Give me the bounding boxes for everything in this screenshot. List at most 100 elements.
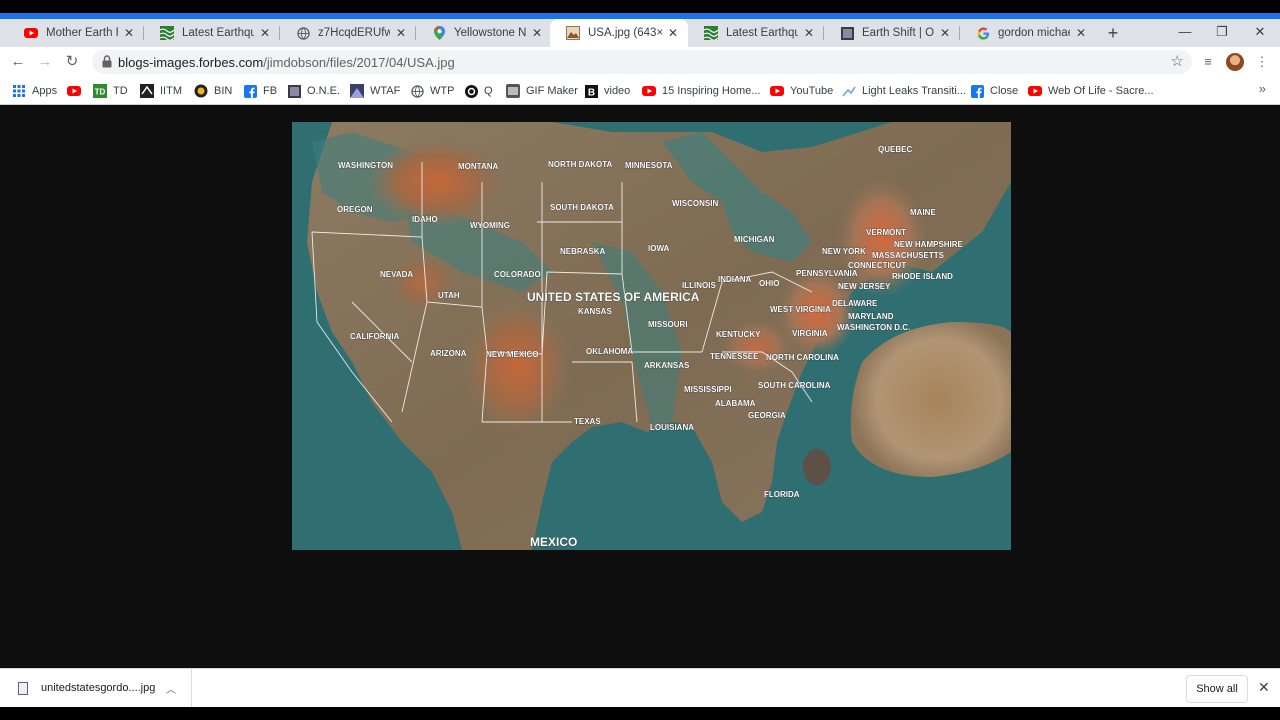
map-label: OKLAHOMA [586,347,633,356]
us-relief-map: QUEBEC WASHINGTON MONTANA NORTH DAKOTA M… [292,122,1011,550]
td-icon: TD [93,84,107,98]
bookmark-video[interactable]: Bvideo [584,82,630,100]
bookmark-15-inspiring[interactable]: 15 Inspiring Home... [642,82,760,100]
image-icon [566,26,580,40]
map-label: VIRGINIA [792,329,828,338]
maps-pin-icon [432,26,446,40]
close-icon[interactable]: ✕ [802,26,816,40]
tab-usa-jpg[interactable]: USA.jpg (643×382) ✕ [550,19,688,47]
bookmark-label: 15 Inspiring Home... [662,85,761,97]
reload-button[interactable]: ↻ [62,52,82,72]
tab-title: z7HcqdERUfwqqA [318,27,390,39]
close-icon[interactable]: ✕ [938,26,952,40]
chevron-up-icon[interactable]: ︿ [166,681,176,696]
bookmark-gif-maker[interactable]: GIF Maker [506,82,578,100]
file-icon [18,682,28,695]
address-bar[interactable]: blogs-images.forbes.com/jimdobson/files/… [92,50,1192,74]
usgs-icon [704,26,718,40]
map-label: PENNSYLVANIA [796,269,858,278]
menu-kebab-icon[interactable]: ⋮ [1252,52,1272,72]
bookmark-close[interactable]: Close [970,82,1018,100]
map-label: MICHIGAN [734,235,775,244]
bookmark-td[interactable]: TD TD [93,82,128,100]
close-window-button[interactable]: ✕ [1245,19,1275,47]
bookmark-label: YouTube [790,85,834,97]
apps-grid-icon [12,84,26,98]
bookmark-label: WTAF [370,85,401,97]
bookmark-label: WTP [430,85,455,97]
bookmark-youtube[interactable] [67,82,87,100]
facebook-icon [970,84,984,98]
tab-yellowstone[interactable]: Yellowstone Natio ✕ [416,19,552,47]
avatar[interactable] [1226,53,1244,71]
media-control-icon[interactable]: ≡ [1198,52,1218,72]
tab-gordon-michael[interactable]: gordon michael sc ✕ [960,19,1096,47]
map-label: IDAHO [412,215,438,224]
close-icon[interactable]: ✕ [666,26,680,40]
forward-button[interactable]: → [35,52,55,72]
facebook-icon [243,84,257,98]
bookmark-youtube-2[interactable]: YouTube [770,82,833,100]
map-label: MINNESOTA [625,161,673,170]
map-label: MASSACHUSETTS [872,251,945,260]
bookmark-fb[interactable]: FB [243,82,277,100]
close-icon[interactable]: ✕ [258,26,272,40]
bookmark-web-of-life[interactable]: Web Of Life - Sacre... [1028,82,1154,100]
bookmarks-overflow-icon[interactable]: » [1259,81,1266,96]
bookmark-wtp[interactable]: WTP [410,82,454,100]
map-label: CALIFORNIA [350,332,400,341]
tab-z7hcqd[interactable]: z7HcqdERUfwqqA ✕ [280,19,416,47]
q-icon [464,84,478,98]
bookmark-label: Close [990,85,1019,97]
youtube-icon [770,84,784,98]
youtube-icon [67,84,81,98]
close-icon[interactable]: ✕ [394,26,408,40]
tab-latest-earthquakes-2[interactable]: Latest Earthquakes ✕ [688,19,824,47]
bookmark-wtaf[interactable]: WTAF [350,82,400,100]
bookmark-light-leaks[interactable]: Light Leaks Transiti... [842,82,966,100]
new-tab-button[interactable]: + [1103,19,1123,47]
download-item[interactable]: unitedstatesgordo....jpg ︿ [0,669,192,708]
bookmark-bin[interactable]: BIN [194,82,232,100]
image-viewer: QUEBEC WASHINGTON MONTANA NORTH DAKOTA M… [0,105,1280,668]
bookmark-one[interactable]: O.N.E. [287,82,340,100]
map-label: NORTH DAKOTA [548,160,613,169]
close-icon[interactable]: ✕ [530,26,544,40]
map-label: OREGON [337,205,373,214]
url-host: blogs-images.forbes.com [118,55,264,70]
show-all-button[interactable]: Show all [1186,675,1248,703]
globe-icon [296,26,310,40]
lock-icon [102,55,112,69]
bookmark-label: O.N.E. [307,85,341,97]
map-label: KANSAS [578,307,612,316]
tab-earth-shift[interactable]: Earth Shift | O.N.E ✕ [824,19,960,47]
bookmark-iitm[interactable]: IITM [140,82,182,100]
close-icon[interactable]: ✕ [1074,26,1088,40]
download-filename: unitedstatesgordo....jpg [41,682,156,694]
map-label: NEW HAMPSHIRE [894,240,964,249]
tab-title: USA.jpg (643×382) [588,27,662,39]
map-label: NEW MEXICO [486,350,538,359]
url-path: /jimdobson/files/2017/04/USA.jpg [263,55,455,70]
map-label: INDIANA [718,275,752,284]
b-icon: B [584,84,598,98]
map-label: MONTANA [458,162,499,171]
bookmark-star-icon[interactable]: ☆ [1171,52,1184,70]
map-label: ARKANSAS [644,361,690,370]
tab-title: gordon michael sc [998,27,1070,39]
bookmark-apps[interactable]: Apps [12,82,57,100]
restore-button[interactable]: ❐ [1207,19,1237,47]
close-icon[interactable]: ✕ [1258,679,1270,696]
toolbar: ← → ↻ blogs-images.forbes.com/jimdobson/… [0,47,1280,77]
minimize-button[interactable]: — [1170,19,1200,47]
tab-mother-earth[interactable]: Mother Earth Rele ✕ [8,19,144,47]
tab-latest-earthquakes[interactable]: Latest Earthquakes ✕ [144,19,280,47]
back-button[interactable]: ← [8,52,28,72]
map-image[interactable]: QUEBEC WASHINGTON MONTANA NORTH DAKOTA M… [292,122,1011,550]
iitm-icon [140,84,154,98]
bookmark-label: TD [113,85,128,97]
close-icon[interactable]: ✕ [122,26,136,40]
rocky-mountains-south [462,297,572,437]
bookmark-q[interactable]: Q [464,82,493,100]
small-island [803,449,831,485]
